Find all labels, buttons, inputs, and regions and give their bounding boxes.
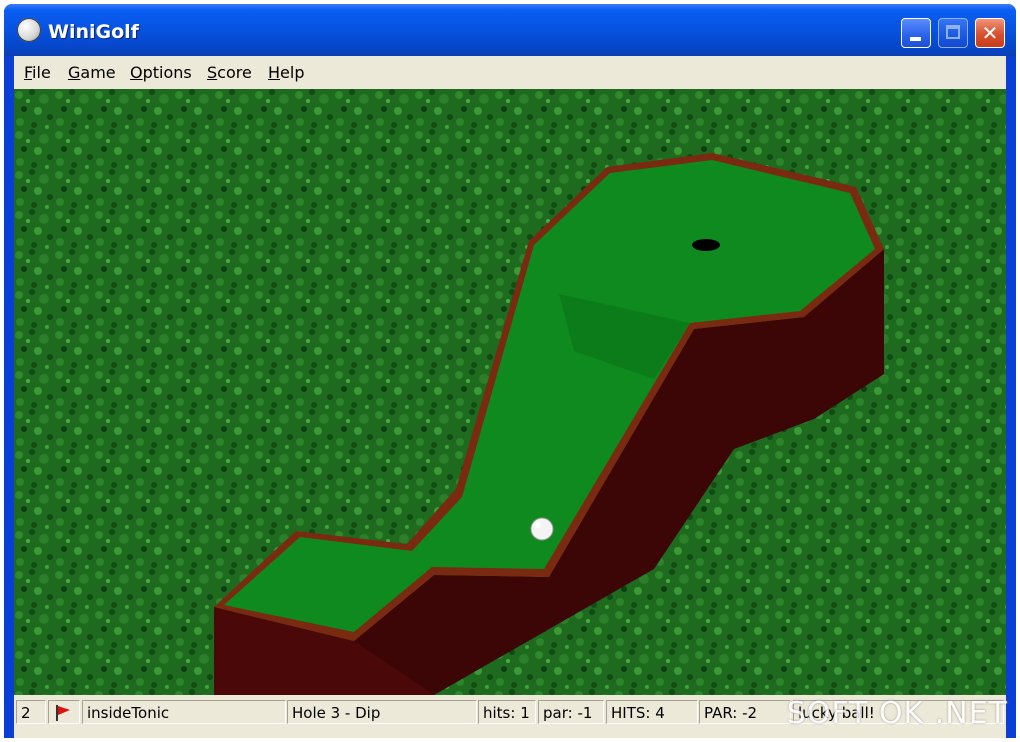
- menu-game-accel: G: [68, 63, 81, 82]
- hole-name: Hole 3 - Dip: [287, 700, 477, 724]
- client-area: File Game Options Score Help 2 insideTon…: [14, 56, 1006, 738]
- menu-options-accel: O: [130, 63, 143, 82]
- menu-file[interactable]: File: [24, 56, 51, 89]
- player-number: 2: [16, 700, 46, 724]
- close-icon: ✕: [981, 21, 999, 45]
- app-window: WiniGolf ✕ File Game Options Score Help: [4, 4, 1016, 738]
- golf-ball-icon: [17, 18, 41, 42]
- minimize-icon: [910, 37, 921, 41]
- menu-file-label: ile: [32, 63, 51, 82]
- menu-score-accel: S: [207, 63, 218, 82]
- menu-score[interactable]: Score: [207, 56, 252, 89]
- menu-help-accel: H: [268, 63, 281, 82]
- window-title: WiniGolf: [48, 21, 139, 43]
- close-button[interactable]: ✕: [975, 18, 1005, 48]
- watermark: SOFT OK .NET: [786, 696, 1008, 731]
- menu-game-label: ame: [80, 63, 116, 82]
- menu-help-label: elp: [280, 63, 305, 82]
- hits-count: hits: 1: [478, 700, 536, 724]
- player-flag-cell: [48, 700, 80, 724]
- menu-file-accel: F: [24, 63, 33, 82]
- maximize-button[interactable]: [938, 18, 968, 48]
- maximize-icon: [946, 25, 960, 39]
- menu-score-label: core: [217, 63, 252, 82]
- golf-hole: [692, 239, 720, 251]
- total-hits: HITS: 4: [606, 700, 698, 724]
- golf-course-view[interactable]: [14, 89, 1006, 695]
- golf-ball[interactable]: [530, 517, 554, 541]
- total-par: PAR: -2: [699, 700, 791, 724]
- title-bar[interactable]: WiniGolf ✕: [4, 4, 1016, 56]
- par-value: par: -1: [538, 700, 604, 724]
- minimize-button[interactable]: [901, 18, 931, 48]
- golf-ball-highlight: [535, 522, 541, 528]
- red-flag-icon: [56, 705, 70, 721]
- menu-game[interactable]: Game: [68, 56, 116, 89]
- menu-options-label: ptions: [142, 63, 192, 82]
- menu-help[interactable]: Help: [268, 56, 304, 89]
- player-name: insideTonic: [82, 700, 286, 724]
- menu-options[interactable]: Options: [130, 56, 192, 89]
- menu-bar: File Game Options Score Help: [14, 56, 1006, 89]
